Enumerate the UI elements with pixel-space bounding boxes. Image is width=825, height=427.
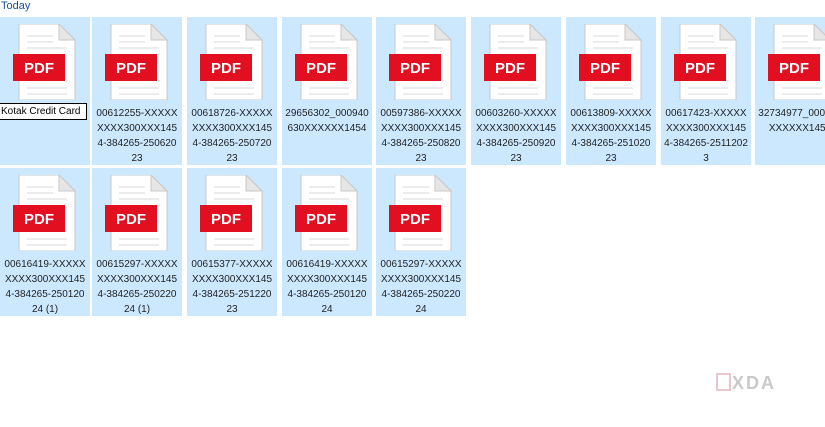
pdf-file-icon: PDF: [200, 24, 263, 100]
file-name: 00617423-XXXXXXXXX300XXX1454-384265-2511…: [664, 108, 748, 164]
file-tile[interactable]: PDF 00615377-XXXXXXXXX300XXX1454-384265-…: [187, 168, 277, 316]
svg-text:PDF: PDF: [306, 60, 336, 77]
pdf-file-icon: PDF: [484, 24, 547, 100]
svg-text:PDF: PDF: [400, 60, 430, 77]
pdf-file-icon: PDF: [105, 175, 168, 251]
file-tile[interactable]: PDF 00612255-XXXXXXXXX300XXX1454-384265-…: [92, 17, 182, 165]
file-name: 00618726-XXXXXXXXX300XXX1454-384265-2507…: [191, 108, 273, 164]
pdf-file-icon: PDF: [13, 175, 76, 251]
file-tile-renaming[interactable]: PDF: [0, 17, 90, 165]
svg-text:PDF: PDF: [211, 211, 241, 228]
xda-watermark-logo: XDA: [716, 373, 776, 393]
file-tile[interactable]: PDF 00597386-XXXXXXXXX300XXX1454-384265-…: [376, 17, 466, 165]
file-tile[interactable]: PDF 00603260-XXXXXXXXX300XXX1454-384265-…: [471, 17, 561, 165]
file-name: 00597386-XXXXXXXXX300XXX1454-384265-2508…: [380, 108, 462, 164]
file-tile[interactable]: PDF 00618726-XXXXXXXXX300XXX1454-384265-…: [187, 17, 277, 165]
file-name: 32734977_000630XXXXXX1454: [758, 108, 825, 134]
pdf-file-icon: PDF: [13, 24, 76, 100]
file-tile[interactable]: PDF 00615297-XXXXXXXXX300XXX1454-384265-…: [376, 168, 466, 316]
file-name: 29656302_000940630XXXXXX1454: [285, 108, 369, 134]
file-name: 00603260-XXXXXXXXX300XXX1454-384265-2509…: [475, 108, 557, 164]
watermark-text: XDA: [732, 373, 776, 393]
svg-text:PDF: PDF: [495, 60, 525, 77]
pdf-file-icon: PDF: [389, 24, 452, 100]
group-header-today[interactable]: Today: [1, 0, 30, 13]
file-name: 00615377-XXXXXXXXX300XXX1454-384265-2512…: [191, 259, 273, 315]
file-name: 00615297-XXXXXXXXX300XXX1454-384265-2502…: [380, 259, 462, 315]
pdf-badge-label: PDF: [24, 60, 54, 77]
file-grid: PDF PDF 00612255-XXXXXXXXX300XXX1454-384…: [0, 17, 825, 317]
svg-text:PDF: PDF: [685, 60, 715, 77]
svg-text:PDF: PDF: [116, 60, 146, 77]
pdf-file-icon: PDF: [579, 24, 642, 100]
file-tile[interactable]: PDF 00616419-XXXXXXXXX300XXX1454-384265-…: [0, 168, 90, 316]
pdf-file-icon: PDF: [295, 175, 358, 251]
pdf-file-icon: PDF: [200, 175, 263, 251]
svg-text:PDF: PDF: [779, 60, 809, 77]
file-tile[interactable]: PDF 00617423-XXXXXXXXX300XXX1454-384265-…: [661, 17, 751, 165]
file-tile[interactable]: PDF 00615297-XXXXXXXXX300XXX1454-384265-…: [92, 168, 182, 316]
file-name: 00616419-XXXXXXXXX300XXX1454-384265-2501…: [4, 259, 86, 315]
svg-text:PDF: PDF: [590, 60, 620, 77]
file-tile[interactable]: PDF 29656302_000940630XXXXXX1454: [282, 17, 372, 165]
svg-text:PDF: PDF: [24, 211, 54, 228]
pdf-file-icon: PDF: [389, 175, 452, 251]
rename-input[interactable]: [0, 103, 87, 120]
file-name: 00613809-XXXXXXXXX300XXX1454-384265-2510…: [570, 108, 652, 164]
file-tile[interactable]: PDF 00613809-XXXXXXXXX300XXX1454-384265-…: [566, 17, 656, 165]
svg-text:PDF: PDF: [306, 211, 336, 228]
file-tile[interactable]: PDF 00616419-XXXXXXXXX300XXX1454-384265-…: [282, 168, 372, 316]
file-name: 00616419-XXXXXXXXX300XXX1454-384265-2501…: [286, 259, 368, 315]
pdf-file-icon: PDF: [768, 24, 825, 100]
file-tile[interactable]: PDF 32734977_000630XXXXXX1454: [755, 17, 825, 165]
file-name: 00612255-XXXXXXXXX300XXX1454-384265-2506…: [96, 108, 178, 164]
pdf-file-icon: PDF: [105, 24, 168, 100]
pdf-file-icon: PDF: [674, 24, 737, 100]
file-name: 00615297-XXXXXXXXX300XXX1454-384265-2502…: [96, 259, 178, 315]
svg-text:PDF: PDF: [211, 60, 241, 77]
svg-text:PDF: PDF: [400, 211, 430, 228]
svg-text:PDF: PDF: [116, 211, 146, 228]
pdf-file-icon: PDF: [295, 24, 358, 100]
